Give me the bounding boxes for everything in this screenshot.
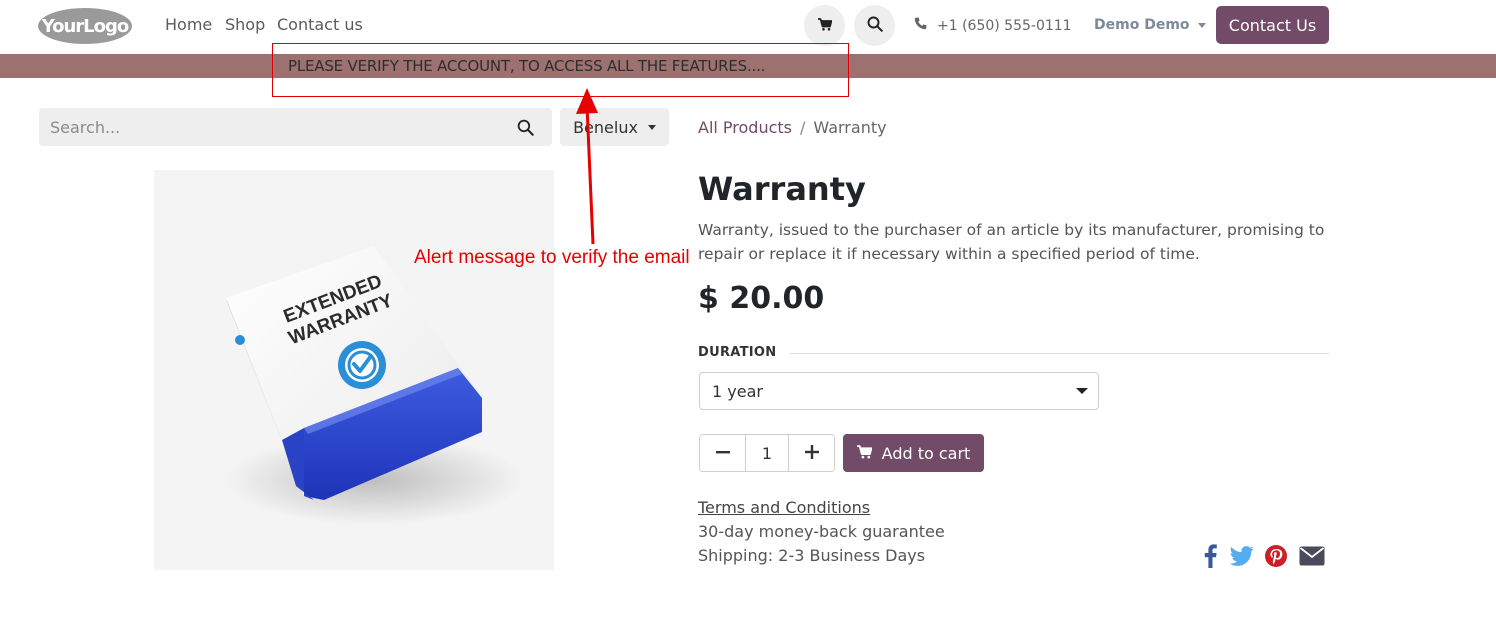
increase-quantity-button[interactable] (789, 435, 834, 471)
nav-shop[interactable]: Shop (225, 15, 265, 34)
product-search (39, 108, 552, 146)
phone-contact[interactable]: +1 (650) 555-0111 (914, 17, 1072, 34)
minus-icon (715, 444, 730, 463)
logo-mark: YourLogo (38, 8, 132, 44)
product-price: $ 20.00 (698, 281, 825, 316)
breadcrumb: All Products / Warranty (698, 118, 887, 137)
terms-link[interactable]: Terms and Conditions (698, 498, 870, 517)
shipping-text: Shipping: 2-3 Business Days (698, 546, 926, 565)
product-title: Warranty (698, 170, 866, 208)
annotation-label: Alert message to verify the email (414, 247, 690, 268)
twitter-icon[interactable] (1229, 543, 1255, 569)
search-icon (867, 16, 883, 36)
product-description: Warranty, issued to the purchaser of an … (698, 221, 1325, 263)
svg-text:YourLogo: YourLogo (41, 16, 129, 37)
chevron-down-icon (647, 124, 656, 130)
cart-icon (817, 16, 832, 35)
contact-us-button[interactable]: Contact Us (1216, 6, 1329, 44)
guarantee-text: 30-day money-back guarantee (698, 522, 945, 541)
decrease-quantity-button[interactable] (700, 435, 745, 471)
phone-icon (914, 17, 927, 34)
chevron-down-icon (1197, 22, 1206, 28)
warranty-box-illustration (224, 246, 524, 525)
plus-icon (804, 444, 819, 463)
add-to-cart-button[interactable]: Add to cart (843, 434, 984, 472)
product-image: EXTENDED WARRANTY (154, 170, 554, 570)
user-name: Demo Demo (1094, 17, 1190, 33)
breadcrumb-current: Warranty (813, 118, 887, 137)
envelope-icon[interactable] (1299, 543, 1325, 569)
attribute-divider (790, 353, 1329, 354)
breadcrumb-separator: / (800, 118, 806, 137)
search-icon[interactable] (517, 119, 534, 140)
cart-icon (856, 444, 873, 463)
facebook-icon[interactable] (1197, 543, 1223, 569)
pinterest-icon[interactable] (1263, 543, 1289, 569)
user-menu[interactable]: Demo Demo (1094, 17, 1206, 33)
phone-number: +1 (650) 555-0111 (937, 17, 1072, 34)
attribute-label: DURATION (698, 345, 777, 360)
nav-home[interactable]: Home (165, 15, 212, 34)
quantity-stepper: 1 (699, 434, 835, 472)
cart-button[interactable] (804, 5, 845, 46)
search-input[interactable] (39, 108, 499, 146)
nav-contact[interactable]: Contact us (277, 15, 363, 34)
chevron-down-icon (1076, 388, 1088, 394)
duration-value: 1 year (712, 381, 763, 401)
duration-select[interactable]: 1 year (699, 372, 1099, 410)
site-logo[interactable]: YourLogo (38, 7, 134, 45)
annotation-arrow (576, 88, 598, 245)
header-search-button[interactable] (854, 5, 895, 46)
breadcrumb-all-products[interactable]: All Products (698, 118, 792, 137)
add-to-cart-label: Add to cart (881, 443, 971, 463)
quantity-input[interactable]: 1 (745, 435, 789, 471)
